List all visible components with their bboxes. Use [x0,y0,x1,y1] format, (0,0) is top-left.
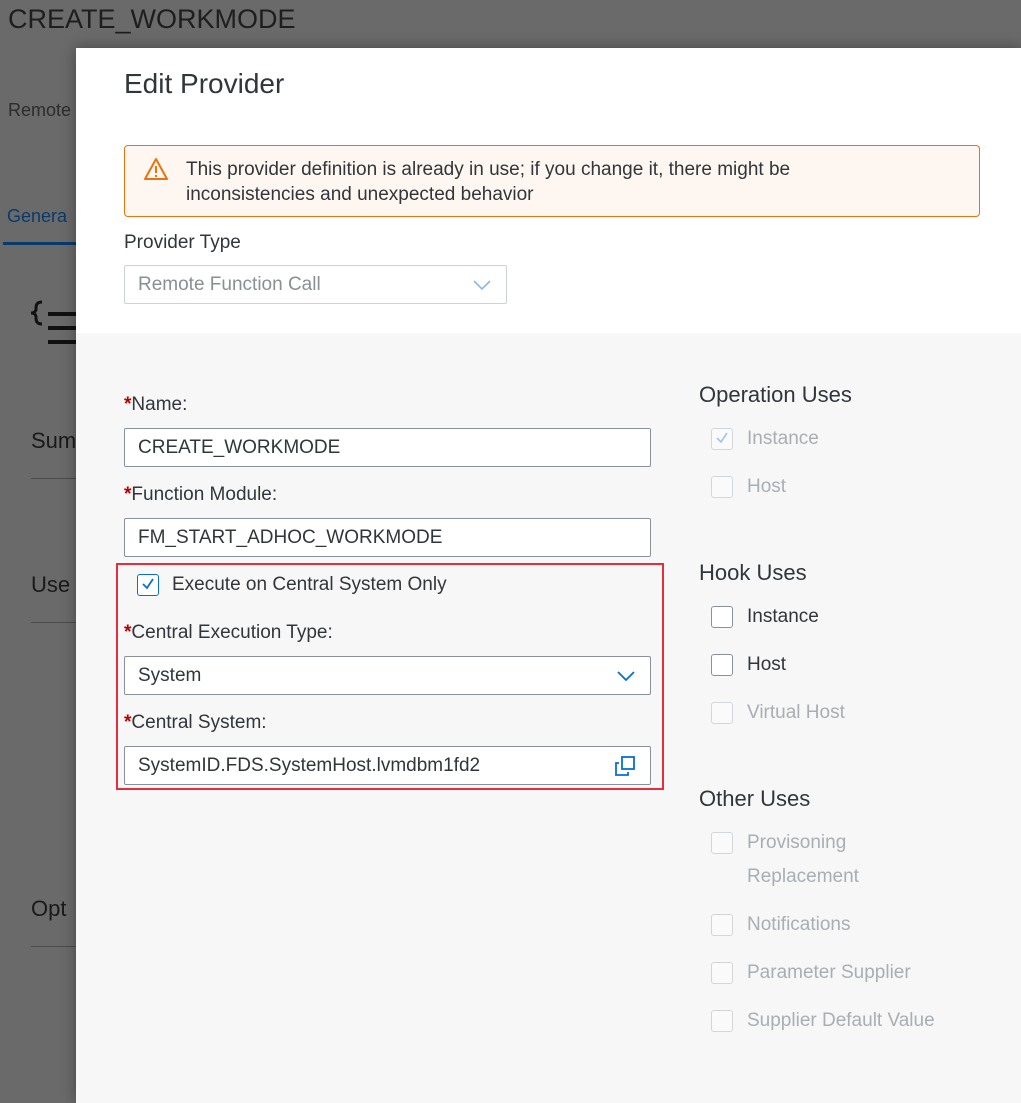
chevron-down-icon [473,280,491,291]
background-section-options: Opt [31,896,67,921]
execute-central-checkbox[interactable] [137,574,159,596]
hook-instance-checkbox[interactable] [711,606,733,628]
other-parameter-supplier-checkbox[interactable] [711,962,733,984]
warning-text: This provider definition is already in u… [186,159,791,205]
other-uses-title: Other Uses [699,786,811,811]
operation-host-checkbox[interactable] [711,476,733,498]
chevron-down-icon [617,671,635,682]
central-execution-type-label: *Central Execution Type: [124,622,333,643]
other-notifications-label: Notifications [747,914,851,935]
other-parameter-supplier-label: Parameter Supplier [747,962,911,983]
hook-virtual-host-checkbox[interactable] [711,702,733,724]
other-provisioning-replacement-label: Provisoning [747,832,847,853]
execute-central-label: Execute on Central System Only [172,574,447,595]
provider-type-select[interactable]: Remote Function Call [124,265,507,304]
function-module-label: *Function Module: [124,484,278,505]
central-system-input[interactable]: SystemID.FDS.SystemHost.lvmdbm1fd2 [124,746,651,785]
central-execution-type-select[interactable]: System [124,656,651,695]
checkmark-icon [716,432,728,444]
value-help-icon[interactable] [614,755,636,777]
operation-instance-label: Instance [747,428,819,449]
hook-uses-title: Hook Uses [699,560,807,585]
warning-triangle-icon [144,158,168,180]
central-system-input-value: SystemID.FDS.SystemHost.lvmdbm1fd2 [138,755,481,776]
other-provisioning-replacement-label-line2: Replacement [747,866,859,887]
background-page-title: CREATE_WORKMODE [8,4,296,34]
name-input-value: CREATE_WORKMODE [138,437,341,458]
operation-instance-checkbox[interactable] [711,428,733,450]
checkmark-icon [142,578,154,590]
background-tab-underline [3,242,76,245]
hook-host-checkbox[interactable] [711,654,733,676]
other-supplier-default-value-label: Supplier Default Value [747,1010,935,1031]
central-system-label: *Central System: [124,712,267,733]
background-divider [31,478,76,479]
operation-uses-title: Operation Uses [699,382,852,407]
other-notifications-checkbox[interactable] [711,914,733,936]
provider-type-value: Remote Function Call [138,274,321,295]
background-page-subtitle: Remote [8,100,72,120]
function-module-input-value: FM_START_ADHOC_WORKMODE [138,527,443,548]
hook-host-label: Host [747,654,787,675]
hook-instance-label: Instance [747,606,819,627]
provider-type-label: Provider Type [124,232,241,253]
background-divider [31,946,76,947]
operation-host-label: Host [747,476,787,497]
name-input[interactable]: CREATE_WORKMODE [124,428,651,467]
function-module-input[interactable]: FM_START_ADHOC_WORKMODE [124,518,651,557]
name-label: *Name: [124,394,188,415]
background-divider [31,622,76,623]
provider-definition-icon [30,300,76,344]
edit-provider-dialog: Edit Provider This provider definition i… [76,48,1021,1103]
warning-message-strip: This provider definition is already in u… [124,145,980,217]
background-section-uses: Use [31,572,71,597]
dialog-title: Edit Provider [124,68,285,99]
other-provisioning-replacement-checkbox[interactable] [711,832,733,854]
hook-virtual-host-label: Virtual Host [747,702,845,723]
central-execution-type-value: System [138,665,202,686]
other-supplier-default-value-checkbox[interactable] [711,1010,733,1032]
background-tab-general[interactable]: Genera [7,206,67,227]
background-section-summary: Sum [31,428,77,453]
